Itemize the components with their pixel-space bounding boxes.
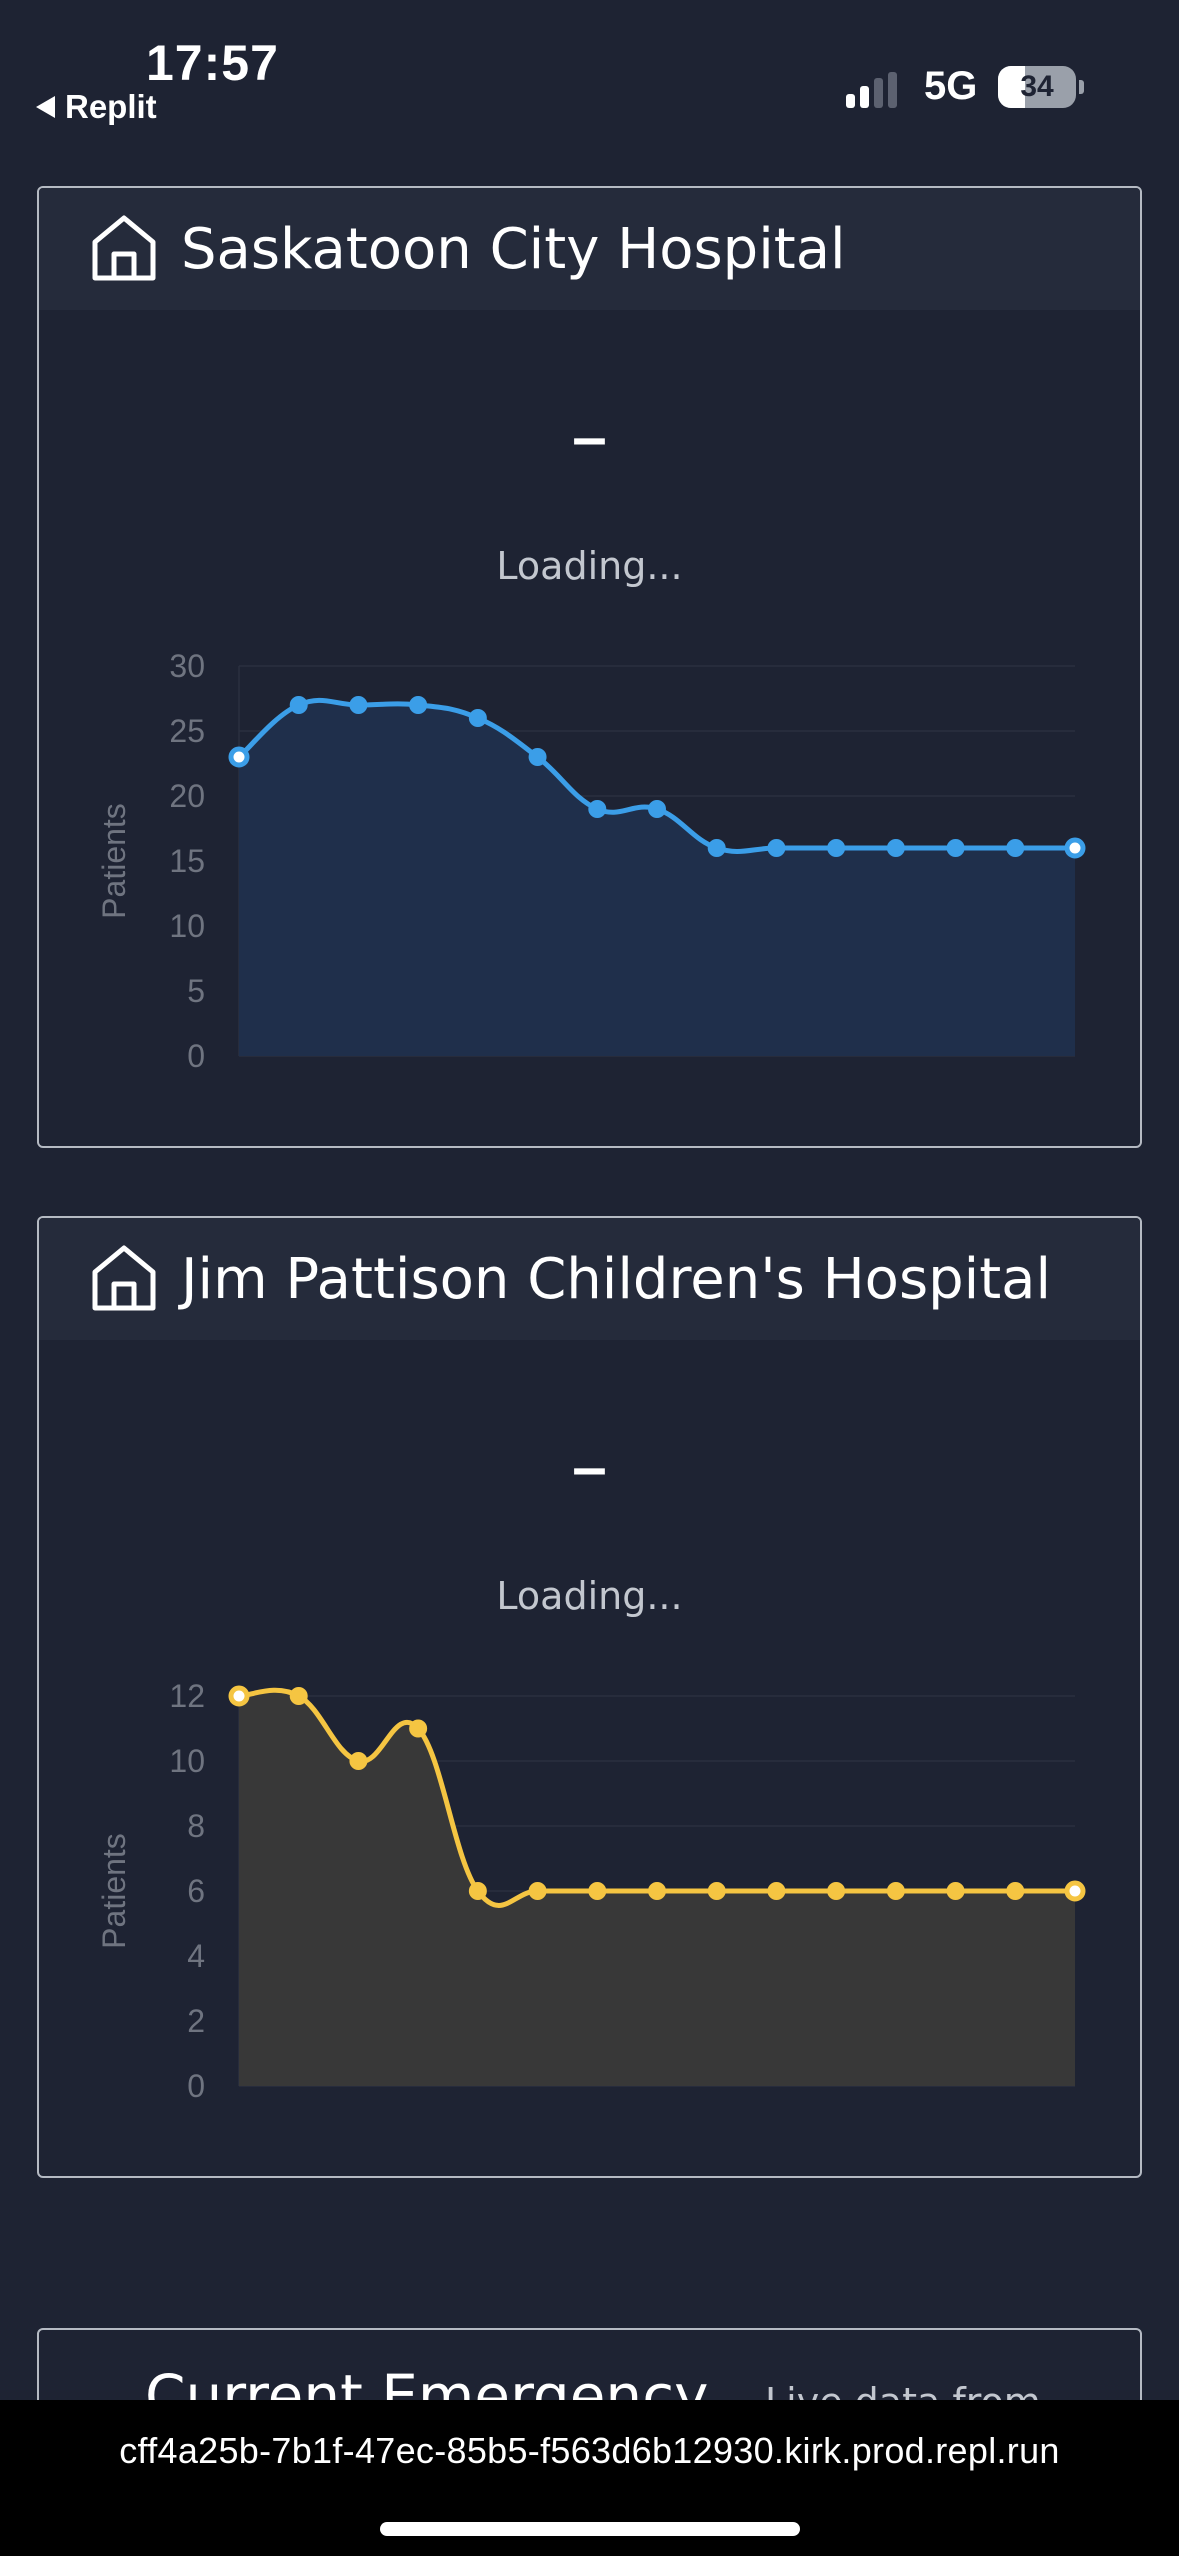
y-axis-label: Patients [96, 1833, 132, 1949]
data-point [588, 800, 607, 818]
y-tick-label: 5 [187, 973, 205, 1009]
battery-icon: 34 [998, 66, 1084, 108]
hospital-name: Saskatoon City Hospital [181, 216, 846, 282]
y-axis-label: Patients [96, 803, 132, 919]
signal-strength-icon [846, 72, 897, 108]
loading-status: Loading... [496, 1574, 683, 1618]
y-tick-label: 6 [187, 1873, 205, 1909]
loading-status: Loading... [496, 544, 683, 588]
back-arrow-icon [36, 96, 55, 118]
y-tick-label: 20 [169, 778, 205, 814]
data-point [886, 1882, 905, 1900]
y-tick-label: 8 [187, 1808, 205, 1844]
battery-percent: 34 [1020, 70, 1054, 103]
data-point [468, 709, 487, 727]
data-point [1064, 1880, 1086, 1902]
data-point [767, 1882, 786, 1900]
hospital-card: Saskatoon City Hospital – Loading... 0 5 1… [37, 186, 1142, 1148]
data-point [349, 696, 368, 714]
hospital-card: Jim Pattison Children's Hospital – Loadi… [37, 1216, 1142, 2178]
patients-chart: 0 2 4 6 8 10 12 Patients [96, 1678, 1086, 2104]
hospital-name: Jim Pattison Children's Hospital [181, 1246, 1052, 1312]
data-point [349, 1752, 368, 1770]
home-icon [92, 1245, 156, 1311]
y-tick-label: 15 [169, 843, 205, 879]
data-point [228, 1685, 250, 1707]
data-point [886, 839, 905, 857]
data-point [528, 748, 547, 766]
network-type: 5G [924, 64, 978, 108]
data-point [588, 1882, 607, 1900]
y-tick-label: 4 [187, 1938, 205, 1974]
card-header: Jim Pattison Children's Hospital [39, 1218, 1140, 1340]
data-point [767, 839, 786, 857]
y-tick-label: 2 [187, 2003, 205, 2039]
data-point [827, 1882, 846, 1900]
data-point [648, 1882, 666, 1900]
y-tick-label: 12 [169, 1678, 205, 1714]
data-point [707, 1882, 726, 1900]
browser-url-bar[interactable]: cff4a25b-7b1f-47ec-85b5-f563d6b12930.kir… [0, 2400, 1179, 2556]
data-point [1064, 837, 1086, 859]
status-time: 17:57 [146, 35, 279, 91]
card-header: Saskatoon City Hospital [39, 188, 1140, 310]
y-tick-label: 0 [187, 2068, 205, 2104]
y-tick-label: 10 [169, 908, 205, 944]
wait-value: – [572, 1433, 607, 1502]
data-point [1006, 1882, 1025, 1900]
data-point [528, 1882, 547, 1900]
data-point [827, 839, 846, 857]
wait-value: – [572, 403, 607, 472]
data-point [1006, 839, 1025, 857]
data-point [289, 696, 308, 714]
data-point [946, 1882, 965, 1900]
y-tick-label: 30 [169, 648, 205, 684]
data-point [707, 839, 726, 857]
data-point [228, 746, 250, 768]
area-fill [239, 700, 1075, 1056]
y-tick-label: 25 [169, 713, 205, 749]
data-point [289, 1687, 308, 1705]
data-point [409, 1719, 428, 1738]
data-point [648, 800, 666, 818]
home-icon [92, 215, 156, 281]
url-text: cff4a25b-7b1f-47ec-85b5-f563d6b12930.kir… [119, 2430, 1060, 2471]
data-point [468, 1882, 487, 1900]
patients-chart: 0 5 10 15 20 25 30 Patients [96, 648, 1086, 1074]
home-indicator[interactable] [380, 2522, 800, 2536]
y-tick-label: 0 [187, 1038, 205, 1074]
back-app-label: Replit [65, 88, 157, 125]
data-point [409, 696, 428, 714]
data-point [946, 839, 965, 857]
y-tick-label: 10 [169, 1743, 205, 1779]
app-screen: 17:57 Replit 5G 34 Saskatoon City Hospit… [0, 0, 1179, 2556]
back-to-app-link[interactable]: Replit [36, 88, 157, 126]
